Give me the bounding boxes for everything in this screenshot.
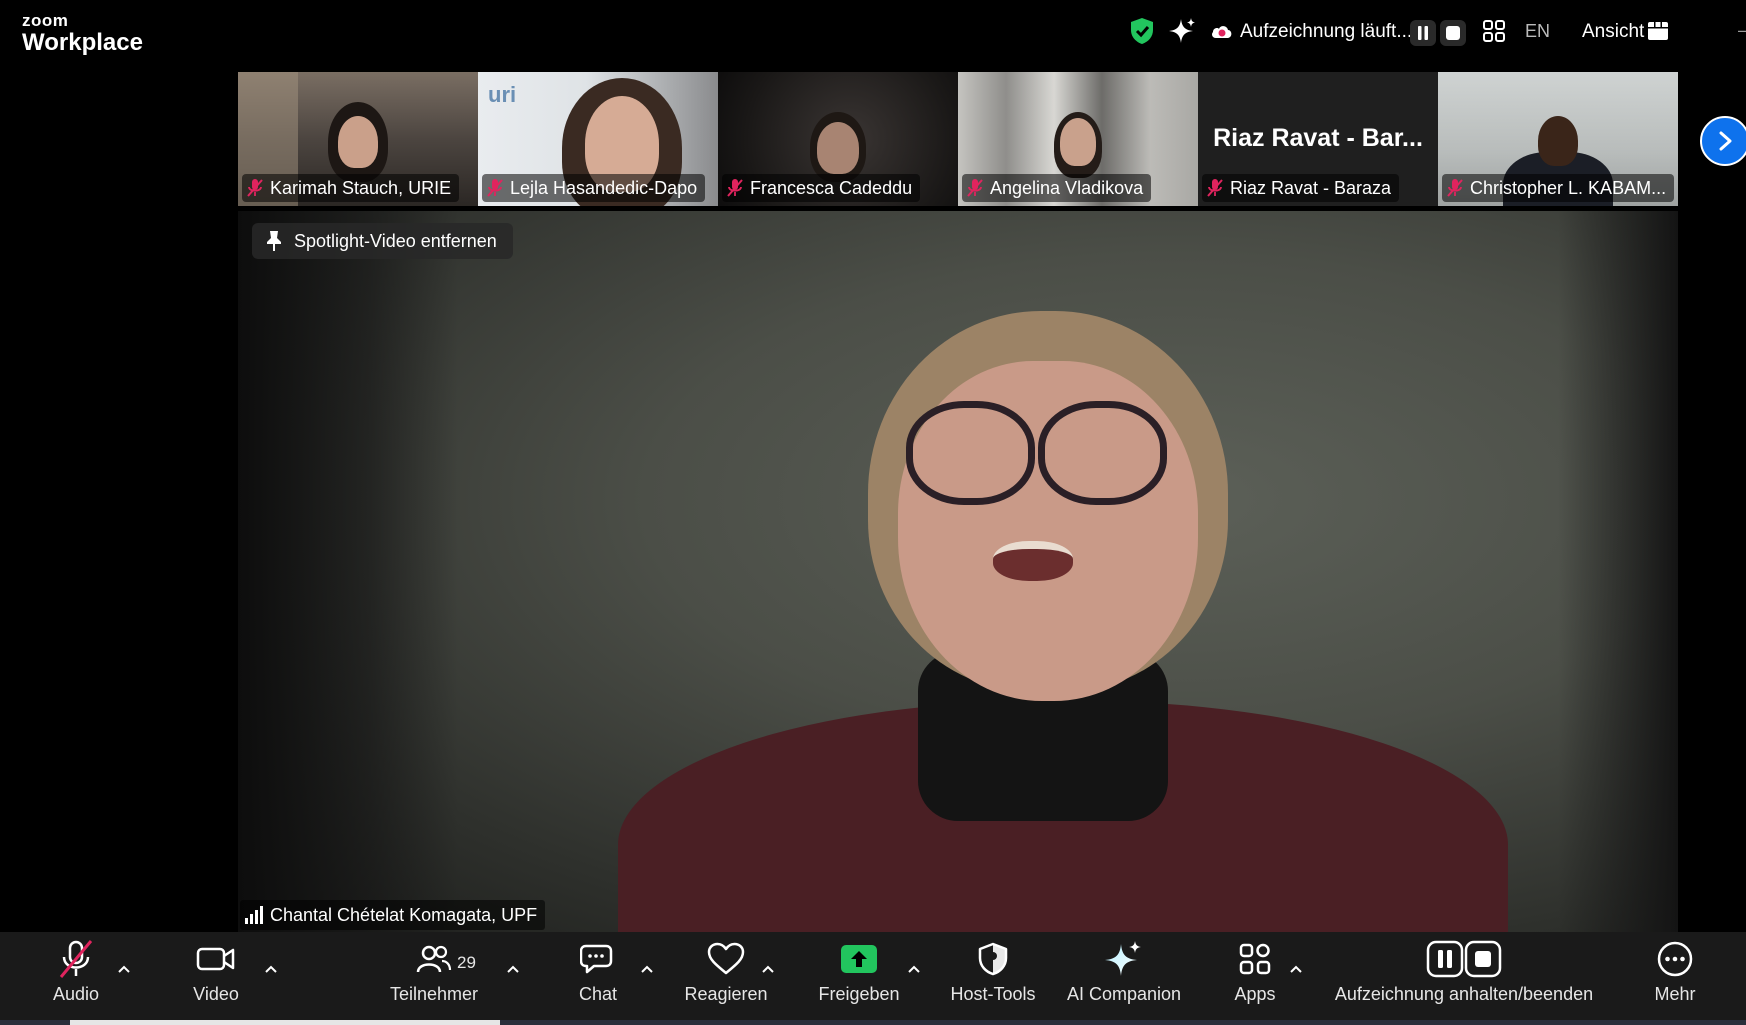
speaker-name-tag: Chantal Chételat Komagata, UPF [240,900,546,930]
ai-companion-sparkle-icon [1105,932,1143,986]
apps-button[interactable]: Apps [1232,932,1278,1025]
stop-recording-button[interactable] [1440,20,1466,46]
participant-display-name: Riaz Ravat - Bar... [1213,124,1423,152]
muted-mic-icon [967,179,983,197]
more-ellipsis-icon [1656,932,1694,986]
cloud-recording-icon [1207,16,1237,46]
pause-icon [1418,26,1428,40]
muted-mic-icon [727,179,743,197]
participant-tile[interactable]: Christopher L. KABAM... [1438,72,1678,206]
security-shield-icon[interactable] [1127,16,1157,46]
spotlight-video: Spotlight-Video entfernen Chantal Chétel… [238,211,1678,932]
zoom-logo: zoom Workplace [22,12,143,55]
logo-big-text: Workplace [22,29,143,56]
participants-button[interactable]: Teilnehmer [384,932,484,1025]
language-button[interactable]: EN [1525,21,1550,42]
speaker-name: Chantal Chételat Komagata, UPF [270,904,538,925]
pin-icon [267,231,281,251]
chevron-right-icon [1719,131,1732,151]
participant-name: Angelina Vladikova [990,177,1144,198]
more-button[interactable]: Mehr [1650,932,1700,1025]
muted-mic-icon [1447,179,1463,197]
muted-mic-icon [487,179,503,197]
uri-logo: uri [488,82,517,107]
reactions-options-chevron-icon[interactable] [759,962,777,976]
participant-name-tag: Angelina Vladikova [962,174,1152,202]
next-page-button[interactable] [1700,116,1746,166]
apps-options-chevron-icon[interactable] [1287,962,1305,976]
muted-mic-icon [247,179,263,197]
reactions-button[interactable]: Reagieren [684,932,768,1025]
share-options-chevron-icon[interactable] [905,962,923,976]
apps-label: Apps [1234,984,1276,1004]
recording-label: Aufzeichnung anhalten/beenden [1334,984,1594,1004]
muted-microphone-icon [57,932,95,986]
participants-icon [416,932,452,986]
heart-icon [707,932,745,986]
participant-thumbnail-strip: Karimah Stauch, URIE uri Lejla Hasandedi… [238,72,1678,206]
reactions-label: Reagieren [684,984,768,1004]
participant-tile[interactable]: Angelina Vladikova [958,72,1198,206]
view-layout-icon[interactable] [1643,16,1673,46]
audio-options-chevron-icon[interactable] [115,962,133,976]
share-screen-button[interactable]: Freigeben [816,932,902,1025]
participant-name-tag: Riaz Ravat - Baraza [1202,174,1400,202]
spotlight-label: Spotlight-Video entfernen [294,230,497,251]
participants-options-chevron-icon[interactable] [504,962,522,976]
participant-name: Riaz Ravat - Baraza [1230,177,1392,198]
participants-count: 29 [457,953,476,972]
recording-status-text: Aufzeichnung läuft... [1240,21,1413,42]
share-screen-icon [840,932,878,986]
apps-grid-icon[interactable] [1479,16,1509,46]
participant-name-tag: Francesca Cadeddu [722,174,921,202]
share-label: Freigeben [818,984,900,1004]
pause-recording-button[interactable] [1410,20,1436,46]
participant-tile[interactable]: Riaz Ravat - Bar... Riaz Ravat - Baraza [1198,72,1438,206]
meeting-toolbar: Audio Video Teilnehmer 29 Chat Reagieren… [0,932,1746,1025]
participants-label: Teilnehmer [389,984,479,1004]
participant-tile[interactable]: Francesca Cadeddu [718,72,958,206]
taskbar-active-indicator [70,1020,500,1025]
participant-tile[interactable]: uri Lejla Hasandedic-Dapo [478,72,718,206]
video-label: Video [193,984,239,1004]
video-button[interactable]: Video [188,932,244,1025]
top-bar: zoom Workplace Aufzeichnung läuft... EN … [0,0,1746,66]
chat-bubble-icon [580,932,616,986]
participant-name: Christopher L. KABAM... [1470,177,1667,198]
signal-strength-icon [245,906,263,924]
stop-icon [1446,26,1460,40]
remove-spotlight-button[interactable]: Spotlight-Video entfernen [252,223,513,259]
view-button[interactable]: Ansicht [1582,21,1644,43]
host-tools-button[interactable]: Host-Tools [946,932,1040,1025]
video-options-chevron-icon[interactable] [262,962,280,976]
host-tools-label: Host-Tools [950,984,1036,1004]
video-camera-icon [196,932,236,986]
recording-controls-button[interactable]: Aufzeichnung anhalten/beenden [1326,932,1602,1025]
chat-options-chevron-icon[interactable] [638,962,656,976]
audio-label: Audio [52,984,100,1004]
logo-small-text: zoom [22,11,69,30]
apps-icon [1238,932,1272,986]
participant-name-tag: Christopher L. KABAM... [1442,174,1675,202]
muted-mic-icon [1207,179,1223,197]
window-minimize[interactable]: – [1738,20,1746,41]
participant-tile[interactable]: Karimah Stauch, URIE [238,72,478,206]
participant-name: Karimah Stauch, URIE [270,177,452,198]
ai-companion-label: AI Companion [1066,984,1182,1004]
participant-name-tag: Karimah Stauch, URIE [242,174,460,202]
recording-pause-stop-icon [1426,932,1502,986]
ai-sparkle-icon[interactable] [1168,16,1198,46]
ai-companion-button[interactable]: AI Companion [1064,932,1184,1025]
participant-name: Lejla Hasandedic-Dapo [510,177,698,198]
chat-button[interactable]: Chat [576,932,620,1025]
participant-name-tag: Lejla Hasandedic-Dapo [482,174,706,202]
more-label: Mehr [1654,984,1696,1004]
chat-label: Chat [578,984,618,1004]
audio-button[interactable]: Audio [42,932,110,1025]
host-shield-icon [977,932,1009,986]
participant-name: Francesca Cadeddu [750,177,913,198]
